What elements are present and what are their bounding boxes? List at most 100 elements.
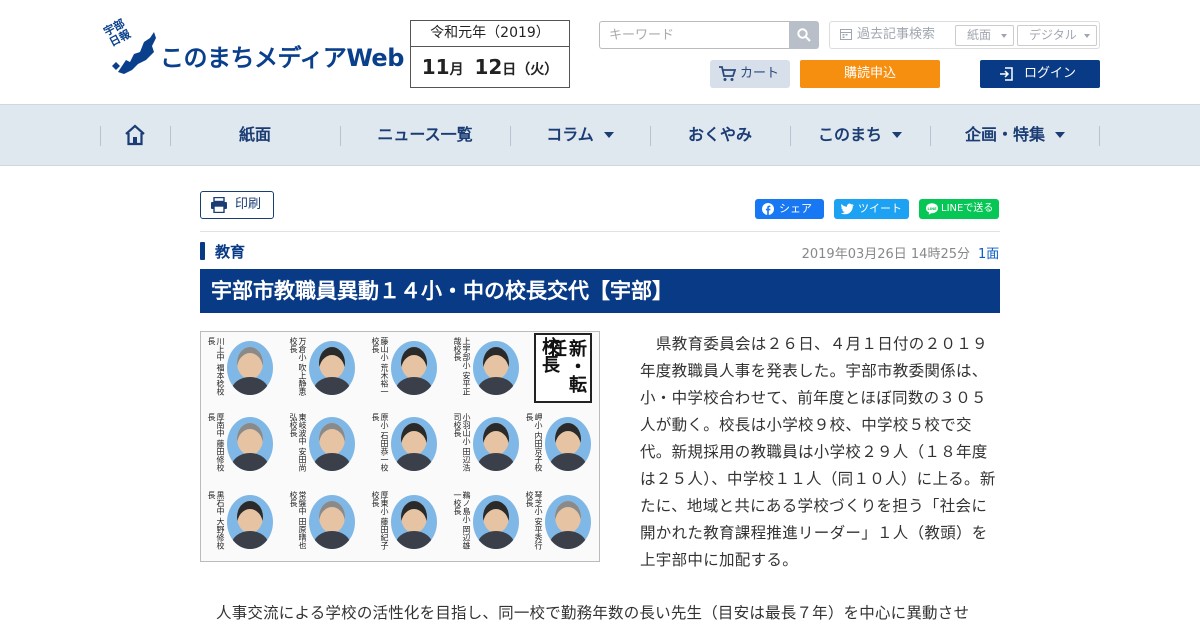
portrait-caption: 上宇部小 安平正哉校長 [453, 337, 471, 396]
portrait: 小羽山小 田辺浩司校長 [447, 409, 527, 485]
portrait: 厚東小 藤田紀子校長 [365, 487, 445, 561]
nav-features-label: 企画・特集 [964, 125, 1045, 144]
date-month-number: 11 [421, 55, 450, 79]
article-body-paragraph-text: 人事交流による学校の活性化を目指し、同一校で勤務年数の長い先生（目安は最長７年）… [216, 604, 970, 622]
nav-konomachi[interactable]: このまち [790, 105, 930, 165]
portrait-caption: 原小 石田恭一校長 [371, 413, 389, 472]
chevron-down-icon [892, 132, 902, 138]
chevron-down-icon [1084, 34, 1090, 38]
article-title: 宇部市教職員異動１４小・中の校長交代【宇部】 [211, 279, 673, 303]
line-share-label: LINEで送る [941, 203, 994, 214]
search-icon [797, 28, 811, 42]
article-datetime: 2019年03月26日 14時25分 [801, 247, 970, 262]
date-weekday: （火） [516, 62, 559, 78]
portrait-photo [391, 417, 437, 471]
portrait-caption: 琴芝小 安平秀行校長 [525, 491, 543, 550]
new-principal-stamp: 新・転任 校長 [534, 333, 592, 403]
stamp-text-sub: 校長 [539, 337, 560, 373]
portrait-caption: 小羽山小 田辺浩司校長 [453, 413, 471, 472]
nav-news-list[interactable]: ニュース一覧 [340, 105, 510, 165]
portrait: 常盤中 田原晴也校長 [283, 487, 363, 561]
portrait-photo [309, 341, 355, 395]
portrait: 万倉小 吹上静恵校長 [283, 333, 363, 409]
portrait-caption: 黒石中 大野修校長 [207, 491, 225, 550]
portrait-photo [227, 417, 273, 471]
portrait-caption: 岬小 内田京子校長 [525, 413, 543, 472]
archive-paper-select[interactable]: 紙面 [955, 25, 1014, 46]
portrait-photo [309, 495, 355, 549]
subscribe-button[interactable]: 購読申込 [800, 60, 940, 88]
site-logo[interactable]: 宇部日報 このまちメディアWeb [100, 17, 404, 76]
search-box [599, 21, 819, 49]
portrait-caption: 藤山小 荒木裕一校長 [371, 337, 389, 396]
print-label: 印刷 [235, 197, 262, 212]
nav-column[interactable]: コラム [510, 105, 650, 165]
logo-text: このまちメディアWeb [160, 44, 404, 72]
login-button[interactable]: ログイン [980, 60, 1100, 88]
twitter-icon [841, 203, 854, 215]
category-marker [200, 242, 205, 260]
cart-icon [719, 66, 736, 81]
nav-paper[interactable]: 紙面 [170, 105, 340, 165]
print-button[interactable]: 印刷 [200, 191, 274, 219]
portrait-photo [473, 495, 519, 549]
line-icon: LINE [926, 203, 938, 215]
article-body-lead: 県教育委員会は２６日、４月１日付の２０１９年度教職員人事を発表した。宇部市教委関… [640, 331, 1000, 574]
today-date: 令和元年（2019） 11月 12日（火） [410, 20, 570, 88]
nav-obituary[interactable]: おくやみ [650, 105, 790, 165]
twitter-share-label: ツイート [858, 202, 902, 215]
login-icon [1000, 67, 1013, 81]
search-input[interactable] [599, 21, 790, 49]
article-body-lead-text: 県教育委員会は２６日、４月１日付の２０１９年度教職員人事を発表した。宇部市教委関… [640, 335, 996, 569]
nav-features[interactable]: 企画・特集 [930, 105, 1100, 165]
svg-text:LINE: LINE [927, 207, 937, 211]
portrait-photo [227, 495, 273, 549]
search-button[interactable] [789, 21, 819, 49]
portrait: 川上中 福本稔校長 [201, 333, 281, 409]
nav-news-list-label: ニュース一覧 [377, 125, 473, 144]
portrait: 岬小 内田京子校長 [519, 409, 599, 485]
article-category[interactable]: 教育 [215, 241, 245, 262]
facebook-share-label: シェア [779, 202, 812, 215]
portrait-caption: 厚東小 藤田紀子校長 [371, 491, 389, 550]
nav-obituary-label: おくやみ [687, 125, 752, 144]
archive-paper-label: 紙面 [967, 28, 992, 42]
portrait-caption: 鵜ノ島小 岡辺雄一校長 [453, 491, 471, 550]
line-share-button[interactable]: LINE LINEで送る [919, 199, 999, 219]
facebook-icon [762, 203, 774, 215]
portrait: 東岐波中 安田尚弘校長 [283, 409, 363, 485]
nav-column-label: コラム [546, 125, 594, 144]
archive-digital-label: デジタル [1029, 28, 1077, 42]
article-photo[interactable]: 川上中 福本稔校長 万倉小 吹上静恵校長 藤山小 荒木裕一校長 上宇部小 安平正… [200, 331, 600, 562]
portrait-photo [545, 417, 591, 471]
portrait-photo [391, 495, 437, 549]
article-title-bar: 宇部市教職員異動１４小・中の校長交代【宇部】 [200, 269, 1000, 313]
portrait: 厚南中 藤田修校長 [201, 409, 281, 485]
portrait: 琴芝小 安平秀行校長 [519, 487, 599, 561]
printer-icon [211, 197, 227, 213]
date-month-unit: 月 [449, 62, 464, 78]
archive-digital-select[interactable]: デジタル [1017, 25, 1097, 46]
calendar-icon [840, 29, 852, 40]
portrait-photo [473, 417, 519, 471]
cart-button[interactable]: カート [710, 60, 790, 88]
nav-paper-label: 紙面 [238, 125, 271, 144]
article-page-link[interactable]: 1面 [978, 243, 999, 262]
date-day-unit: 日 [502, 62, 517, 78]
portrait: 上宇部小 安平正哉校長 [447, 333, 527, 409]
portrait-photo [473, 341, 519, 395]
portrait-caption: 川上中 福本稔校長 [207, 337, 225, 396]
cart-label: カート [740, 66, 780, 81]
main-nav: 紙面 ニュース一覧 コラム おくやみ このまち 企画・特集 [0, 104, 1200, 166]
portrait-caption: 東岐波中 安田尚弘校長 [289, 413, 307, 472]
date-day-number: 12 [474, 55, 503, 79]
twitter-share-button[interactable]: ツイート [834, 199, 909, 219]
facebook-share-button[interactable]: シェア [755, 199, 824, 219]
home-icon [125, 124, 145, 146]
nav-konomachi-label: このまち [817, 125, 882, 144]
login-label: ログイン [1024, 66, 1077, 81]
date-era: 令和元年（2019） [411, 21, 569, 47]
nav-home[interactable] [100, 105, 170, 165]
archive-search-label: 過去記事検索 [840, 22, 935, 48]
portrait: 原小 石田恭一校長 [365, 409, 445, 485]
